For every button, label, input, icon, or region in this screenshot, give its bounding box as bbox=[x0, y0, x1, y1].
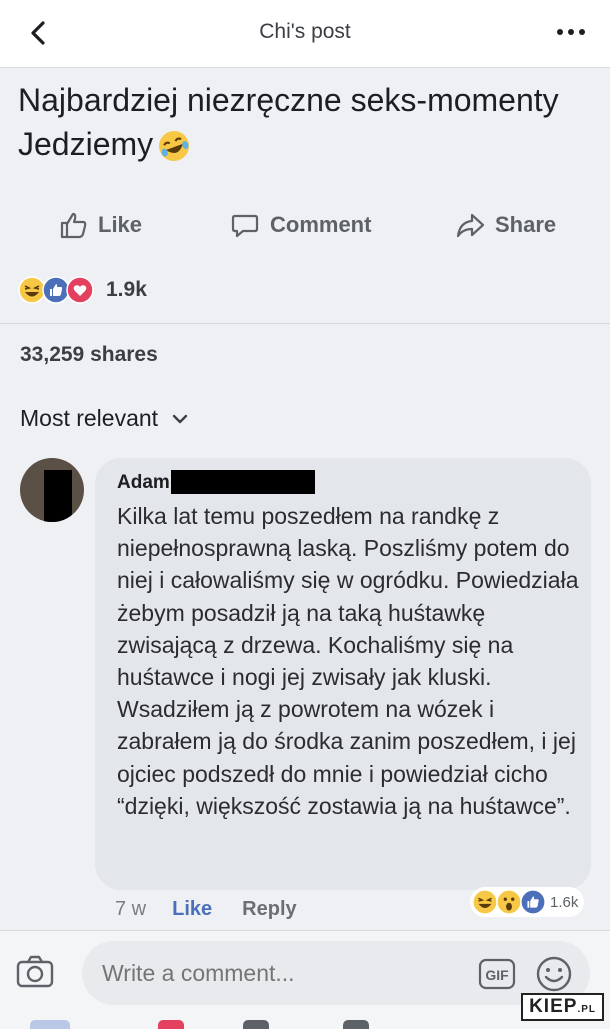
watermark: KIEP.PL bbox=[521, 993, 604, 1021]
thumbs-up-icon bbox=[60, 212, 87, 239]
comment-button[interactable]: Comment bbox=[230, 208, 371, 242]
comment-author[interactable]: Adam bbox=[117, 472, 170, 494]
sort-label: Most relevant bbox=[20, 405, 159, 431]
comment-sort-dropdown[interactable]: Most relevant bbox=[20, 405, 190, 432]
smile-icon[interactable] bbox=[535, 955, 573, 993]
share-button[interactable]: Share bbox=[455, 208, 556, 242]
comment-like-button[interactable]: Like bbox=[172, 898, 212, 921]
post-text-line2-text: Jedziemy bbox=[18, 126, 154, 162]
redaction-box bbox=[44, 470, 72, 522]
post-actions: Like Comment Share bbox=[0, 196, 610, 254]
more-horizontal-icon[interactable] bbox=[554, 22, 588, 42]
haha-reaction-icon bbox=[472, 889, 498, 915]
watermark-suffix: .PL bbox=[577, 1004, 596, 1015]
comment-bubble-icon bbox=[231, 214, 259, 238]
love-reaction-icon bbox=[66, 276, 94, 304]
comment-meta: 7 w Like Reply bbox=[115, 898, 297, 921]
share-arrow-icon bbox=[456, 213, 485, 238]
page-title: Chi's post bbox=[259, 20, 351, 43]
comment-reaction-icons bbox=[472, 889, 548, 915]
reaction-count: 1.9k bbox=[106, 278, 147, 301]
tab-hint bbox=[158, 1020, 184, 1029]
camera-icon[interactable] bbox=[14, 951, 56, 993]
reactions-summary[interactable]: 1.9k bbox=[18, 275, 147, 305]
divider bbox=[0, 323, 610, 324]
comment-bubble: Adam Kilka lat temu poszedłem na randkę … bbox=[95, 458, 591, 890]
comment-reaction-count: 1.6k bbox=[550, 893, 579, 911]
tab-hint bbox=[30, 1020, 70, 1029]
gif-icon[interactable]: GIF bbox=[477, 957, 517, 991]
gif-label: GIF bbox=[485, 967, 509, 983]
post-text-line2: Jedziemy bbox=[18, 122, 603, 166]
watermark-main: KIEP bbox=[529, 996, 578, 1017]
reaction-icons bbox=[18, 276, 100, 304]
share-count[interactable]: 33,259 shares bbox=[20, 343, 158, 367]
like-button-label: Like bbox=[98, 212, 143, 237]
name-redaction-box bbox=[171, 470, 315, 494]
avatar[interactable] bbox=[20, 458, 84, 522]
top-bar: Chi's post bbox=[0, 0, 610, 68]
tab-hint bbox=[243, 1020, 269, 1029]
comment-text: Kilka lat temu poszedłem na randkę z nie… bbox=[117, 503, 579, 819]
like-button[interactable]: Like bbox=[58, 208, 142, 242]
tab-hint bbox=[343, 1020, 369, 1029]
share-button-label: Share bbox=[495, 212, 557, 237]
comment-timestamp: 7 w bbox=[115, 898, 147, 920]
wow-reaction-icon bbox=[496, 889, 522, 915]
chevron-down-icon bbox=[172, 414, 188, 423]
comment-button-label: Comment bbox=[270, 212, 372, 237]
like-reaction-icon bbox=[520, 889, 546, 915]
comment-composer: GIF bbox=[0, 930, 610, 1029]
comment-reply-button[interactable]: Reply bbox=[242, 898, 296, 921]
post-text: Najbardziej niezręczne seks-momenty Jedz… bbox=[18, 78, 603, 166]
post-text-line1: Najbardziej niezręczne seks-momenty bbox=[18, 82, 559, 118]
comment-reactions[interactable]: 1.6k bbox=[470, 887, 585, 917]
rofl-emoji-icon bbox=[159, 131, 190, 161]
